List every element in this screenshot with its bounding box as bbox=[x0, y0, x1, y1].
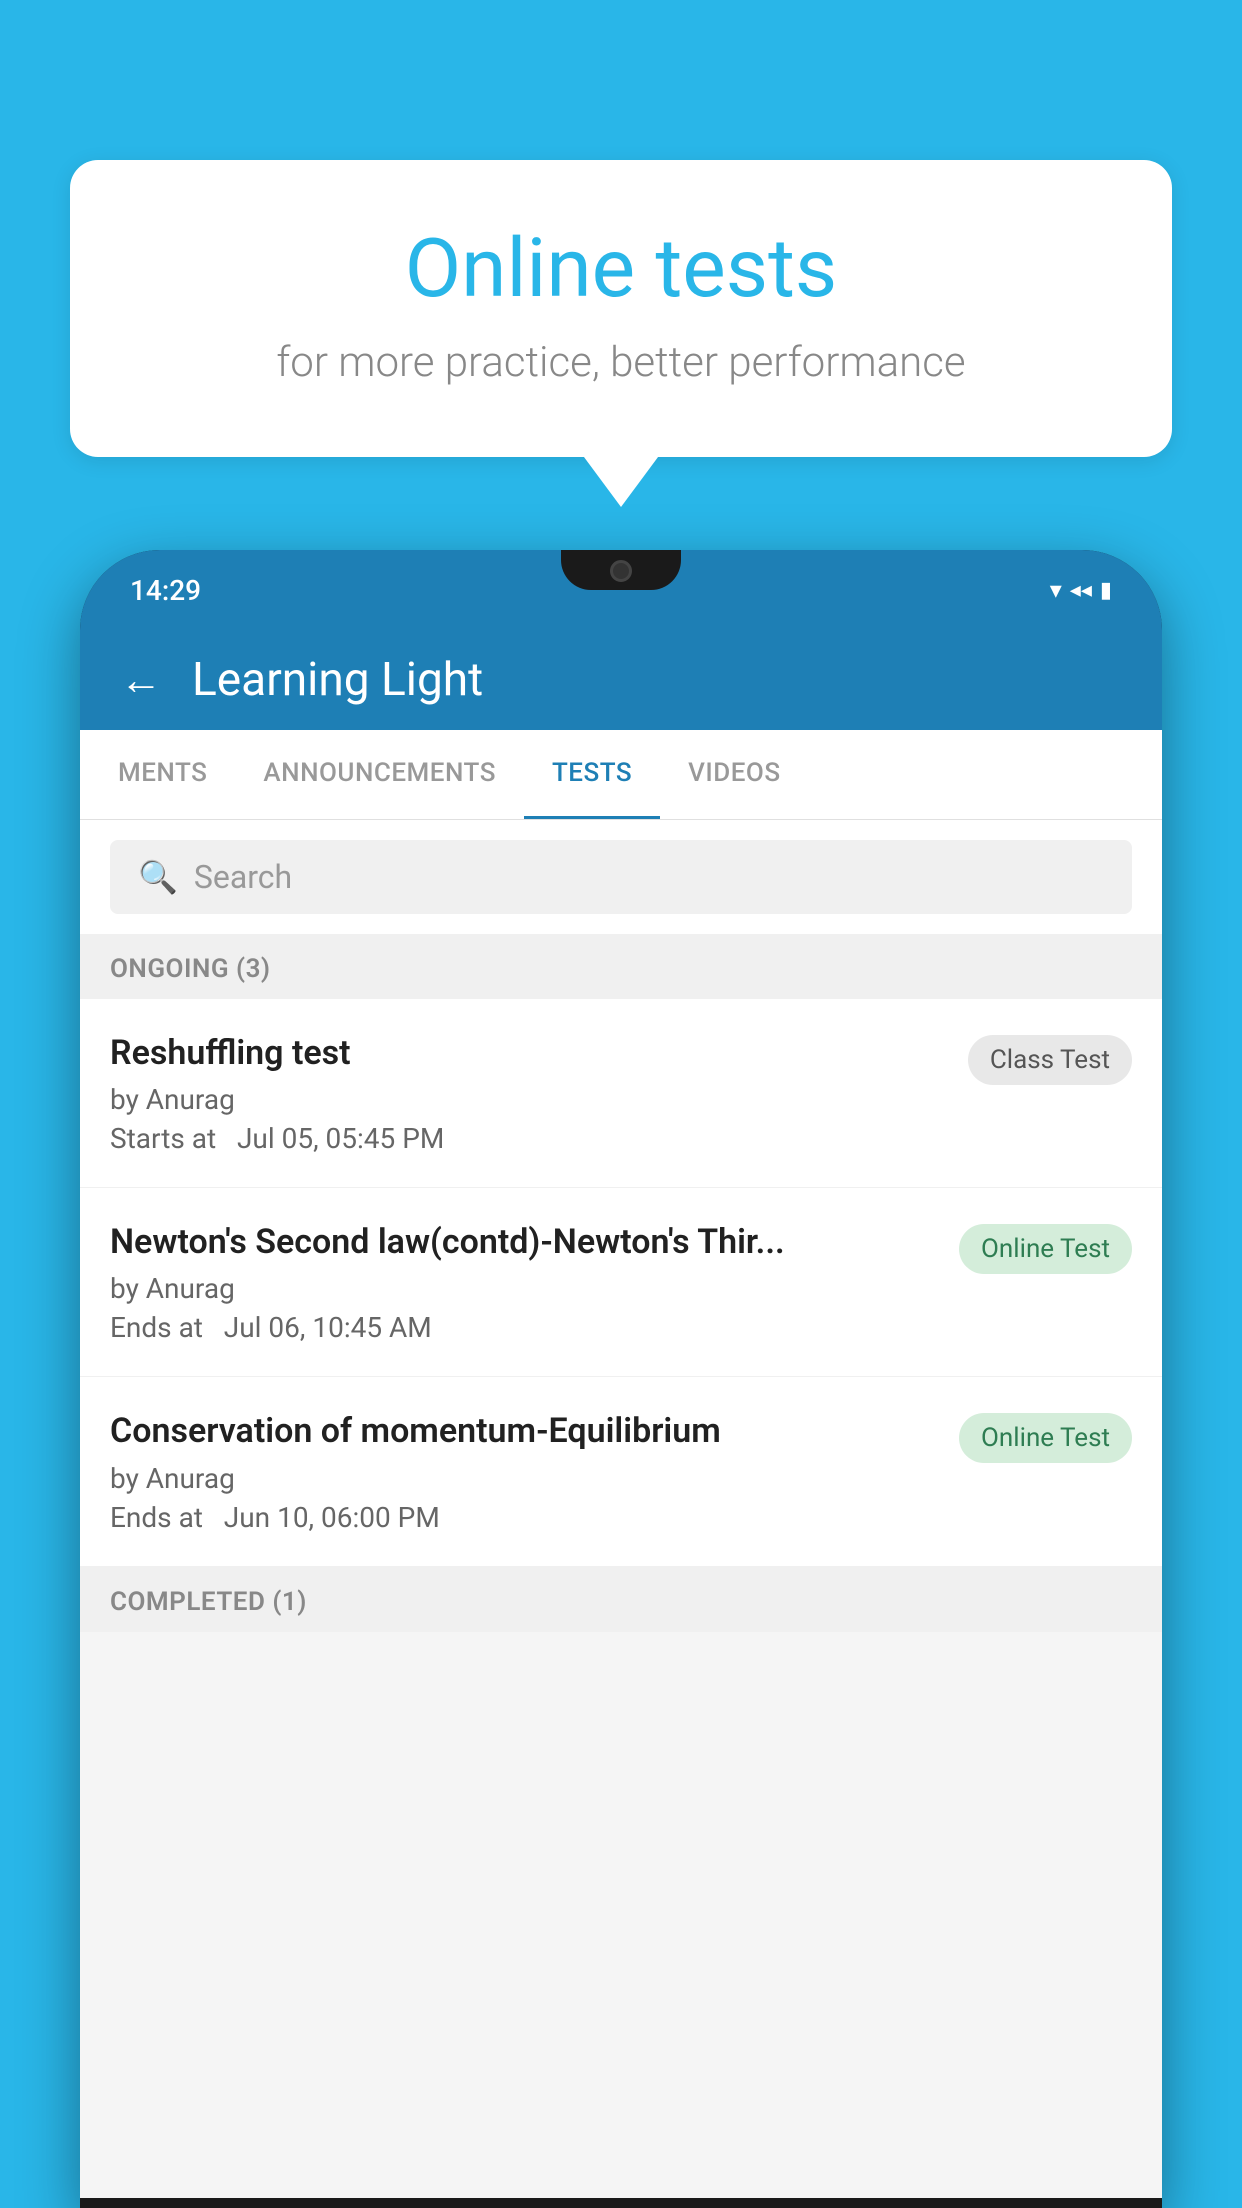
search-bar[interactable]: 🔍 Search bbox=[110, 840, 1132, 914]
battery-icon: ▮ bbox=[1100, 578, 1112, 603]
test-info: Reshuffling test by Anurag Starts at Jul… bbox=[110, 1031, 948, 1155]
back-button[interactable]: ← bbox=[120, 656, 162, 705]
wifi-icon: ▾ bbox=[1050, 576, 1062, 604]
phone-notch bbox=[561, 550, 681, 590]
test-item[interactable]: Reshuffling test by Anurag Starts at Jul… bbox=[80, 999, 1162, 1188]
tab-tests[interactable]: TESTS bbox=[524, 730, 660, 819]
ongoing-section-header: ONGOING (3) bbox=[80, 934, 1162, 999]
app-header: ← Learning Light bbox=[80, 630, 1162, 730]
class-test-badge: Class Test bbox=[968, 1035, 1132, 1085]
test-author: by Anurag bbox=[110, 1083, 948, 1116]
test-info: Newton's Second law(contd)-Newton's Thir… bbox=[110, 1220, 939, 1344]
speech-bubble: Online tests for more practice, better p… bbox=[70, 160, 1172, 457]
bubble-subtitle: for more practice, better performance bbox=[120, 338, 1122, 387]
signal-icon: ◂◂ bbox=[1070, 578, 1092, 603]
test-time: Starts at Jul 05, 05:45 PM bbox=[110, 1122, 948, 1155]
tab-announcements[interactable]: ANNOUNCEMENTS bbox=[235, 730, 524, 819]
online-test-badge: Online Test bbox=[959, 1413, 1132, 1463]
test-author: by Anurag bbox=[110, 1272, 939, 1305]
status-bar: 14:29 ▾ ◂◂ ▮ bbox=[80, 550, 1162, 630]
bubble-title: Online tests bbox=[120, 220, 1122, 318]
test-item[interactable]: Newton's Second law(contd)-Newton's Thir… bbox=[80, 1188, 1162, 1377]
camera-icon bbox=[610, 560, 632, 582]
status-time: 14:29 bbox=[130, 574, 201, 607]
test-name: Conservation of momentum-Equilibrium bbox=[110, 1409, 939, 1453]
test-info: Conservation of momentum-Equilibrium by … bbox=[110, 1409, 939, 1533]
tabs-bar: MENTS ANNOUNCEMENTS TESTS VIDEOS bbox=[80, 730, 1162, 820]
search-input[interactable]: Search bbox=[194, 858, 292, 896]
tab-ments[interactable]: MENTS bbox=[90, 730, 235, 819]
test-name: Newton's Second law(contd)-Newton's Thir… bbox=[110, 1220, 939, 1264]
tests-list: Reshuffling test by Anurag Starts at Jul… bbox=[80, 999, 1162, 1567]
tab-videos[interactable]: VIDEOS bbox=[660, 730, 808, 819]
app-title: Learning Light bbox=[192, 653, 483, 707]
test-time: Ends at Jun 10, 06:00 PM bbox=[110, 1501, 939, 1534]
search-container: 🔍 Search bbox=[80, 820, 1162, 934]
test-author: by Anurag bbox=[110, 1462, 939, 1495]
online-test-badge: Online Test bbox=[959, 1224, 1132, 1274]
test-name: Reshuffling test bbox=[110, 1031, 948, 1075]
status-icons: ▾ ◂◂ ▮ bbox=[1050, 576, 1112, 604]
phone-screen: 🔍 Search ONGOING (3) Reshuffling test by… bbox=[80, 820, 1162, 2198]
completed-section-header: COMPLETED (1) bbox=[80, 1567, 1162, 1632]
test-item[interactable]: Conservation of momentum-Equilibrium by … bbox=[80, 1377, 1162, 1566]
search-icon: 🔍 bbox=[138, 858, 178, 896]
phone-frame: 14:29 ▾ ◂◂ ▮ ← Learning Light MENTS ANNO… bbox=[80, 550, 1162, 2208]
test-time: Ends at Jul 06, 10:45 AM bbox=[110, 1311, 939, 1344]
